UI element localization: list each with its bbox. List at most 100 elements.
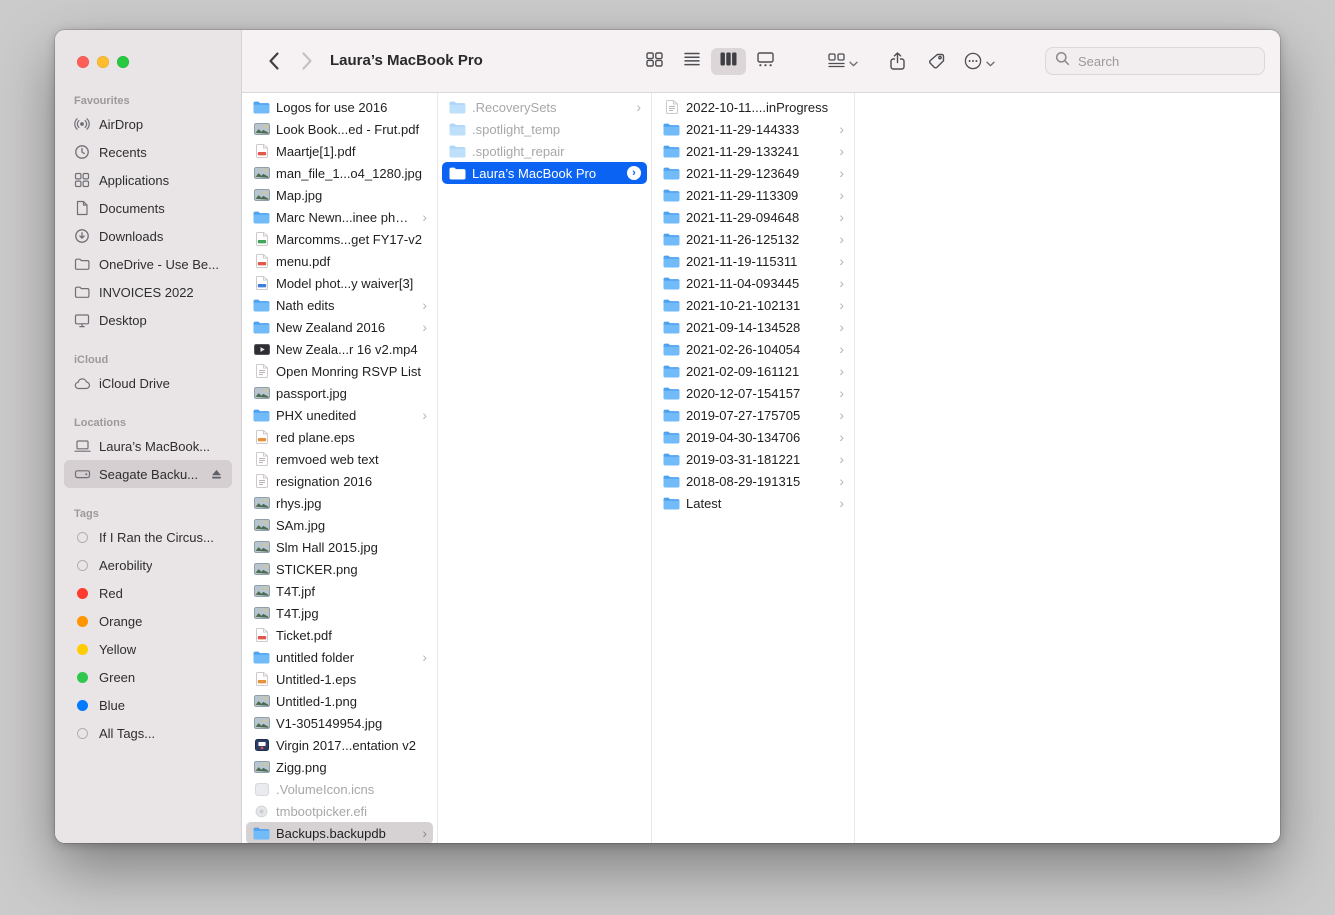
file-item-new-zealand-2016[interactable]: New Zealand 2016›	[246, 316, 433, 338]
image-icon	[253, 563, 270, 575]
file-item-2021-02-09-161121[interactable]: 2021-02-09-161121›	[656, 360, 850, 382]
sidebar-item-desktop[interactable]: Desktop	[64, 306, 232, 334]
file-item-recoverysets[interactable]: .RecoverySets›	[442, 96, 647, 118]
file-item-2021-11-29-123649[interactable]: 2021-11-29-123649›	[656, 162, 850, 184]
eject-icon[interactable]	[210, 469, 223, 480]
file-item-logos-for-use-2016[interactable]: Logos for use 2016	[246, 96, 433, 118]
sidebar-item-aerobility[interactable]: Aerobility	[64, 551, 232, 579]
file-item-untitled-1-png[interactable]: Untitled-1.png	[246, 690, 433, 712]
sidebar-item-downloads[interactable]: Downloads	[64, 222, 232, 250]
file-item-marc-newn-inee-photos[interactable]: Marc Newn...inee photos›	[246, 206, 433, 228]
tag-button[interactable]	[923, 50, 949, 74]
zoom-button[interactable]	[117, 56, 129, 68]
file-item-ticket-pdf[interactable]: Ticket.pdf	[246, 624, 433, 646]
forward-button[interactable]	[296, 51, 318, 73]
sidebar-item-icloud-drive[interactable]: iCloud Drive	[64, 369, 232, 397]
file-item-2021-11-29-144333[interactable]: 2021-11-29-144333›	[656, 118, 850, 140]
file-item-laura-s-macbook-pro[interactable]: Laura’s MacBook Pro›	[442, 162, 647, 184]
file-item-red-plane-eps[interactable]: red plane.eps	[246, 426, 433, 448]
file-item-tmbootpicker-efi[interactable]: tmbootpicker.efi	[246, 800, 433, 822]
file-item-passport-jpg[interactable]: passport.jpg	[246, 382, 433, 404]
sidebar-item-orange[interactable]: Orange	[64, 607, 232, 635]
list-view-button[interactable]	[674, 48, 709, 75]
sidebar-item-green[interactable]: Green	[64, 663, 232, 691]
file-item-untitled-1-eps[interactable]: Untitled-1.eps	[246, 668, 433, 690]
folder-icon	[663, 167, 680, 180]
pdf-icon	[253, 144, 270, 158]
sidebar-item-blue[interactable]: Blue	[64, 691, 232, 719]
file-item-2019-07-27-175705[interactable]: 2019-07-27-175705›	[656, 404, 850, 426]
minimize-button[interactable]	[97, 56, 109, 68]
file-item-2022-10-11-inprogress[interactable]: 2022-10-11....inProgress	[656, 96, 850, 118]
file-item-2018-08-29-191315[interactable]: 2018-08-29-191315›	[656, 470, 850, 492]
file-item-marcomms-get-fy17-v2[interactable]: Marcomms...get FY17-v2	[246, 228, 433, 250]
file-item-model-phot-y-waiver-3[interactable]: Model phot...y waiver[3]	[246, 272, 433, 294]
file-item-virgin-2017-entation-v2[interactable]: Virgin 2017...entation v2	[246, 734, 433, 756]
file-item-2020-12-07-154157[interactable]: 2020-12-07-154157›	[656, 382, 850, 404]
file-item-rhys-jpg[interactable]: rhys.jpg	[246, 492, 433, 514]
folder-icon	[663, 277, 680, 290]
file-item-spotlight-repair[interactable]: .spotlight_repair	[442, 140, 647, 162]
file-item-2019-03-31-181221[interactable]: 2019-03-31-181221›	[656, 448, 850, 470]
file-item-2021-11-29-094648[interactable]: 2021-11-29-094648›	[656, 206, 850, 228]
sidebar-item-documents[interactable]: Documents	[64, 194, 232, 222]
file-item-map-jpg[interactable]: Map.jpg	[246, 184, 433, 206]
icon-view-button[interactable]	[637, 48, 672, 75]
file-item-t4t-jpg[interactable]: T4T.jpg	[246, 602, 433, 624]
sidebar-item-if-i-ran-the-circus[interactable]: If I Ran the Circus...	[64, 523, 232, 551]
sidebar-item-onedrive-use-be[interactable]: OneDrive - Use Be...	[64, 250, 232, 278]
file-item-2021-02-26-104054[interactable]: 2021-02-26-104054›	[656, 338, 850, 360]
file-item-2021-11-29-113309[interactable]: 2021-11-29-113309›	[656, 184, 850, 206]
file-item-phx-unedited[interactable]: PHX unedited›	[246, 404, 433, 426]
more-button[interactable]	[960, 49, 998, 75]
file-item-2021-11-29-133241[interactable]: 2021-11-29-133241›	[656, 140, 850, 162]
sidebar-item-applications[interactable]: Applications	[64, 166, 232, 194]
file-item-volumeicon-icns[interactable]: .VolumeIcon.icns	[246, 778, 433, 800]
doc-icon	[253, 452, 270, 466]
file-item-maartje-1-pdf[interactable]: Maartje[1].pdf	[246, 140, 433, 162]
file-item-2021-11-26-125132[interactable]: 2021-11-26-125132›	[656, 228, 850, 250]
search-input[interactable]	[1076, 53, 1256, 70]
file-item-zigg-png[interactable]: Zigg.png	[246, 756, 433, 778]
file-item-2021-09-14-134528[interactable]: 2021-09-14-134528›	[656, 316, 850, 338]
file-item-slm-hall-2015-jpg[interactable]: Slm Hall 2015.jpg	[246, 536, 433, 558]
sidebar-item-recents[interactable]: Recents	[64, 138, 232, 166]
column-view-button[interactable]	[711, 48, 746, 75]
folder-icon	[73, 257, 91, 271]
share-button[interactable]	[884, 49, 910, 75]
file-item-sam-jpg[interactable]: SAm.jpg	[246, 514, 433, 536]
sidebar-item-seagate-backu[interactable]: Seagate Backu...	[64, 460, 232, 488]
file-item-latest[interactable]: Latest›	[656, 492, 850, 514]
file-item-sticker-png[interactable]: STICKER.png	[246, 558, 433, 580]
file-item-v1-305149954-jpg[interactable]: V1-305149954.jpg	[246, 712, 433, 734]
file-item-2019-04-30-134706[interactable]: 2019-04-30-134706›	[656, 426, 850, 448]
file-item-nath-edits[interactable]: Nath edits›	[246, 294, 433, 316]
file-item-menu-pdf[interactable]: menu.pdf	[246, 250, 433, 272]
sidebar-item-red[interactable]: Red	[64, 579, 232, 607]
file-item-t4t-jpf[interactable]: T4T.jpf	[246, 580, 433, 602]
file-item-backups-backupdb[interactable]: Backups.backupdb›	[246, 822, 433, 843]
sidebar-item-laura-s-macbook[interactable]: Laura’s MacBook...	[64, 432, 232, 460]
file-item-resignation-2016[interactable]: resignation 2016	[246, 470, 433, 492]
gallery-view-button[interactable]	[748, 48, 783, 75]
sidebar-item-invoices-2022[interactable]: INVOICES 2022	[64, 278, 232, 306]
sidebar-item-label: Yellow	[99, 642, 136, 657]
sidebar-item-airdrop[interactable]: AirDrop	[64, 110, 232, 138]
file-item-untitled-folder[interactable]: untitled folder›	[246, 646, 433, 668]
file-item-2021-11-04-093445[interactable]: 2021-11-04-093445›	[656, 272, 850, 294]
sidebar-item-yellow[interactable]: Yellow	[64, 635, 232, 663]
file-item-man-file-1-o4-1280-jpg[interactable]: man_file_1...o4_1280.jpg	[246, 162, 433, 184]
group-button[interactable]	[825, 50, 861, 74]
sidebar-section-locations: LocationsLaura’s MacBook...Seagate Backu…	[55, 413, 241, 488]
file-item-look-book-ed-frut-pdf[interactable]: Look Book...ed - Frut.pdf	[246, 118, 433, 140]
file-item-open-monring-rsvp-list[interactable]: Open Monring RSVP List	[246, 360, 433, 382]
download-icon	[73, 228, 91, 244]
close-button[interactable]	[77, 56, 89, 68]
file-item-remvoed-web-text[interactable]: remvoed web text	[246, 448, 433, 470]
back-button[interactable]	[262, 51, 284, 73]
file-item-spotlight-temp[interactable]: .spotlight_temp	[442, 118, 647, 140]
file-item-2021-11-19-115311[interactable]: 2021-11-19-115311›	[656, 250, 850, 272]
file-item-2021-10-21-102131[interactable]: 2021-10-21-102131›	[656, 294, 850, 316]
sidebar-item-all-tags[interactable]: All Tags...	[64, 719, 232, 747]
file-item-new-zeala-r-16-v2-mp4[interactable]: New Zeala...r 16 v2.mp4	[246, 338, 433, 360]
